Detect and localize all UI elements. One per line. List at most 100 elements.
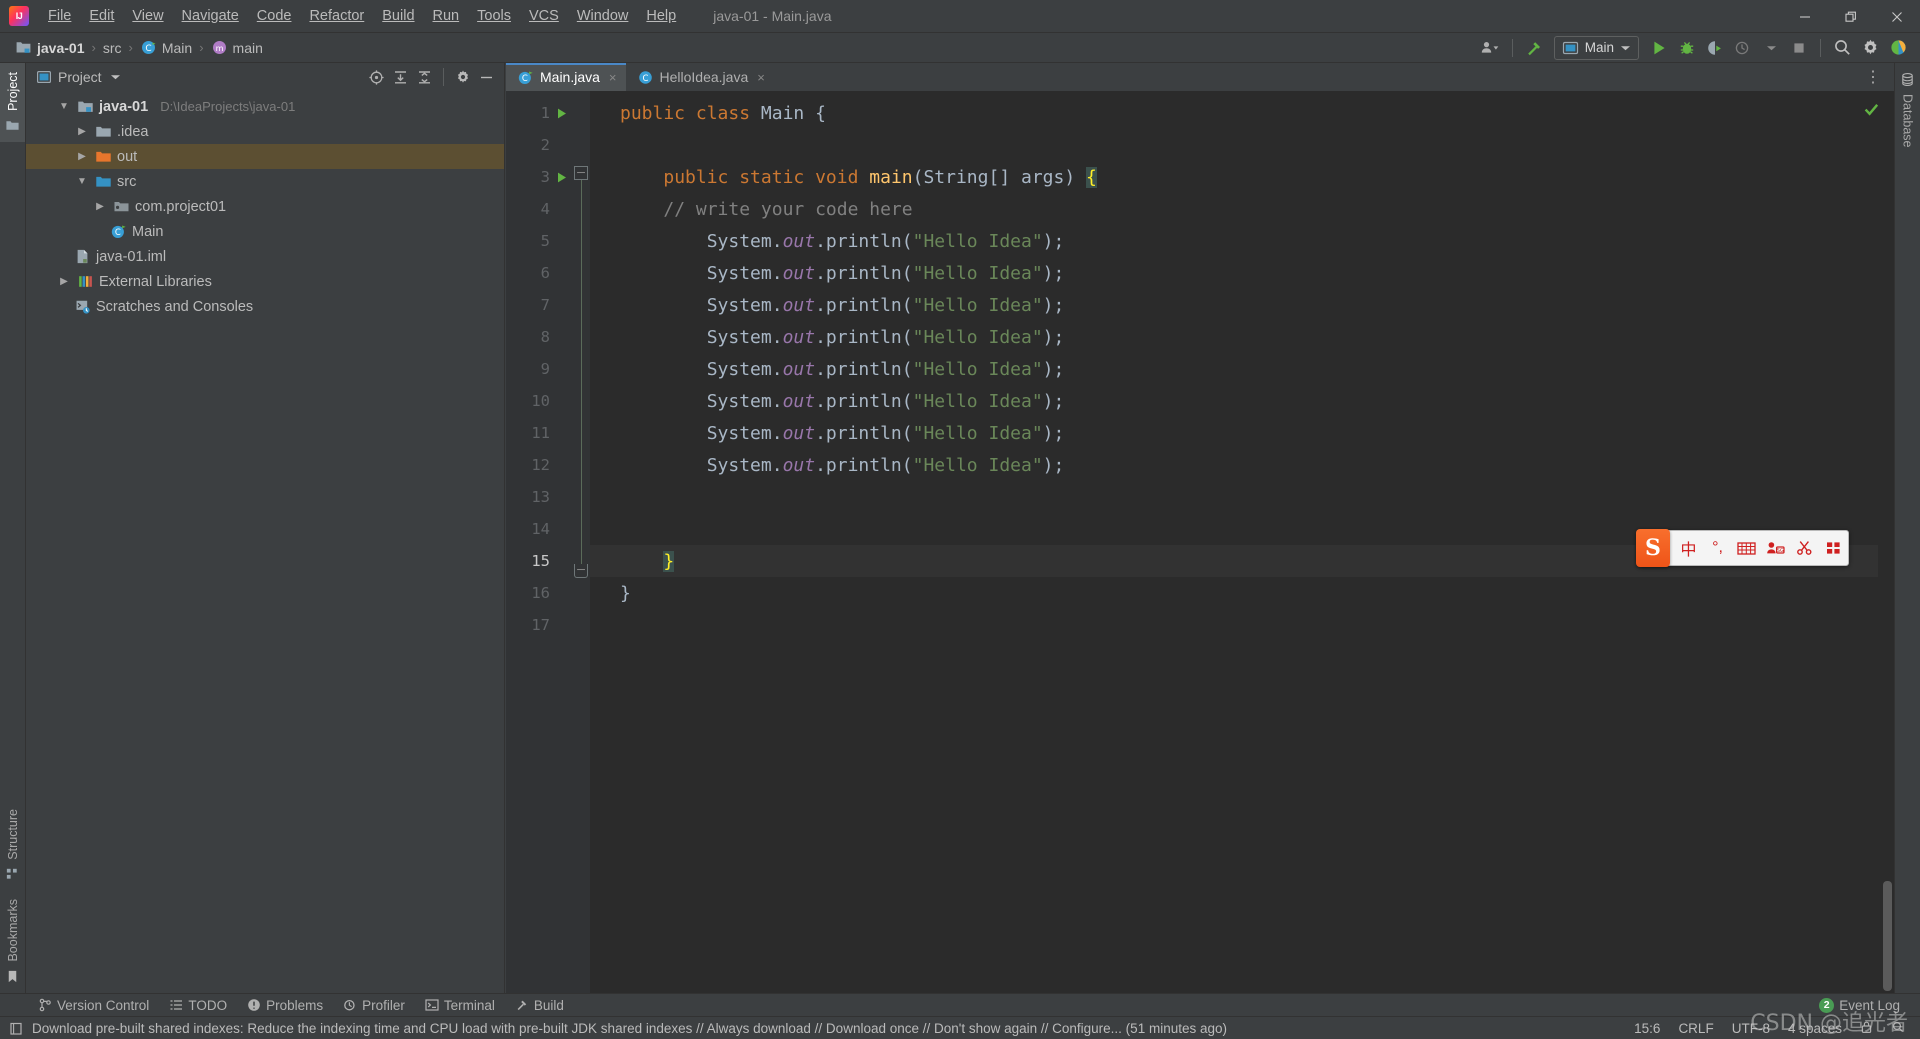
profile-dropdown-button[interactable] xyxy=(1758,35,1784,61)
close-tab-icon[interactable]: × xyxy=(757,70,765,85)
run-gutter-icon[interactable] xyxy=(550,171,572,184)
ime-language-mode-button[interactable]: 中 xyxy=(1674,531,1703,565)
tree-node-scratches[interactable]: Scratches and Consoles xyxy=(26,294,504,319)
editor-options-button[interactable]: ⋮ xyxy=(1860,64,1886,90)
ime-soft-keyboard-button[interactable] xyxy=(1732,531,1761,565)
updates-button[interactable] xyxy=(1885,35,1911,61)
breadcrumb-item-class[interactable]: C Main xyxy=(136,37,196,58)
sidebar-tab-project[interactable]: Project xyxy=(0,63,25,142)
tree-node-com-project01[interactable]: ▶ com.project01 xyxy=(26,194,504,219)
run-button[interactable] xyxy=(1646,35,1672,61)
breadcrumb-item-method[interactable]: m main xyxy=(207,37,267,58)
close-button[interactable] xyxy=(1874,0,1920,33)
tool-window-build[interactable]: Build xyxy=(505,994,574,1017)
code-line: System.out.println("Hello Idea"); xyxy=(590,417,1894,449)
fold-toggle-end-icon[interactable]: ─ xyxy=(574,564,588,578)
menu-navigate[interactable]: Navigate xyxy=(173,4,248,28)
grid-icon xyxy=(1827,542,1840,554)
stop-button[interactable] xyxy=(1786,35,1812,61)
account-button[interactable] xyxy=(1478,35,1504,61)
editor-gutter[interactable]: 1 2 3 4 5 6 7 8 9 10 11 12 13 14 15 16 1… xyxy=(506,91,590,993)
editor-tab-helloidea-java[interactable]: C HelloIdea.java × xyxy=(626,63,774,91)
tree-node-iml-file[interactable]: java-01.iml xyxy=(26,244,504,269)
inspection-status-icon[interactable] xyxy=(1863,101,1880,123)
line-separator-indicator[interactable]: CRLF xyxy=(1669,1019,1722,1038)
inspector-indicator[interactable] xyxy=(1882,1018,1914,1039)
run-gutter-icon[interactable] xyxy=(550,107,572,120)
select-opened-file-button[interactable] xyxy=(365,66,388,89)
indent-setting-indicator[interactable]: 4 spaces xyxy=(1779,1019,1851,1038)
menu-code[interactable]: Code xyxy=(248,4,301,28)
expand-all-button[interactable] xyxy=(389,66,412,89)
vertical-scrollbar-thumb[interactable] xyxy=(1883,881,1892,991)
tool-window-version-control[interactable]: Version Control xyxy=(28,994,159,1017)
project-options-button[interactable] xyxy=(451,66,474,89)
title-bar: File Edit View Navigate Code Refactor Bu… xyxy=(0,0,1920,33)
debug-button[interactable] xyxy=(1674,35,1700,61)
editor-tab-main-java[interactable]: C Main.java × xyxy=(506,63,626,91)
ime-screenshot-button[interactable] xyxy=(1790,531,1819,565)
collapse-arrow-icon[interactable]: ▶ xyxy=(74,151,90,162)
menu-file[interactable]: File xyxy=(39,4,80,28)
ime-toolbar[interactable]: S 中 °, SG xyxy=(1636,529,1849,567)
breadcrumb-item-project[interactable]: java-01 xyxy=(11,37,88,58)
expand-arrow-icon[interactable]: ▼ xyxy=(74,176,90,187)
tool-window-terminal[interactable]: Terminal xyxy=(415,994,505,1017)
restore-button[interactable] xyxy=(1828,0,1874,33)
collapse-arrow-icon[interactable]: ▶ xyxy=(74,126,90,137)
menu-build[interactable]: Build xyxy=(373,4,423,28)
ime-toolbox-button[interactable] xyxy=(1819,531,1848,565)
menu-run[interactable]: Run xyxy=(424,4,469,28)
build-project-button[interactable] xyxy=(1521,35,1547,61)
ime-emoji-input-button[interactable]: SG xyxy=(1761,531,1790,565)
code-line: public static void main(String[] args) { xyxy=(590,161,1894,193)
tool-window-profiler[interactable]: Profiler xyxy=(333,994,415,1017)
sidebar-tab-structure[interactable]: Structure xyxy=(0,800,25,891)
menu-tools[interactable]: Tools xyxy=(468,4,520,28)
tree-node-external-libraries[interactable]: ▶ External Libraries xyxy=(26,269,504,294)
menu-refactor[interactable]: Refactor xyxy=(300,4,373,28)
menu-vcs[interactable]: VCS xyxy=(520,4,568,28)
tree-node-out[interactable]: ▶ out xyxy=(26,144,504,169)
profile-button[interactable] xyxy=(1730,35,1756,61)
search-everywhere-button[interactable] xyxy=(1829,35,1855,61)
settings-button[interactable] xyxy=(1857,35,1883,61)
run-configuration-selector[interactable]: Main xyxy=(1553,35,1639,60)
sidebar-tab-bookmarks[interactable]: Bookmarks xyxy=(0,890,25,993)
menu-edit[interactable]: Edit xyxy=(80,4,123,28)
tool-window-problems[interactable]: Problems xyxy=(237,994,333,1017)
code-token: ); xyxy=(1042,294,1065,316)
libraries-icon xyxy=(79,276,92,287)
breadcrumb-item-src[interactable]: src xyxy=(99,38,126,58)
tree-node-main-class[interactable]: C Main xyxy=(26,219,504,244)
menu-view[interactable]: View xyxy=(123,4,172,28)
file-encoding-indicator[interactable]: UTF-8 xyxy=(1723,1019,1779,1038)
bookmark-icon xyxy=(8,970,17,983)
event-log-button[interactable]: 2 Event Log xyxy=(1809,994,1910,1017)
tool-window-todo[interactable]: TODO xyxy=(159,994,237,1017)
menu-window[interactable]: Window xyxy=(568,4,638,28)
lock-indicator[interactable] xyxy=(1851,1018,1882,1039)
collapse-all-button[interactable] xyxy=(413,66,436,89)
tree-node-idea[interactable]: ▶ .idea xyxy=(26,119,504,144)
fold-toggle-start-icon[interactable]: ─ xyxy=(574,166,588,180)
tree-node-java-01[interactable]: ▼ java-01 D:\IdeaProjects\java-01 xyxy=(26,94,504,119)
menu-help[interactable]: Help xyxy=(637,4,685,28)
sidebar-tab-database[interactable]: Database xyxy=(1895,63,1920,157)
editor-markup-scrollbar[interactable] xyxy=(1864,91,1894,993)
chevron-down-icon[interactable] xyxy=(110,73,121,81)
run-with-coverage-button[interactable] xyxy=(1702,35,1728,61)
ime-punctuation-mode-button[interactable]: °, xyxy=(1703,531,1732,565)
tree-node-src[interactable]: ▼ src xyxy=(26,169,504,194)
collapse-arrow-icon[interactable]: ▶ xyxy=(92,201,108,212)
collapse-arrow-icon[interactable]: ▶ xyxy=(56,276,72,287)
notification-icon[interactable] xyxy=(9,1021,24,1036)
code-folding-bar[interactable]: ─ ─ xyxy=(574,97,590,993)
close-tab-icon[interactable]: × xyxy=(609,70,617,85)
expand-arrow-icon[interactable]: ▼ xyxy=(56,101,72,112)
status-message[interactable]: Download pre-built shared indexes: Reduc… xyxy=(32,1021,1227,1036)
caret-position-indicator[interactable]: 15:6 xyxy=(1625,1019,1669,1038)
minimize-button[interactable] xyxy=(1782,0,1828,33)
hide-panel-button[interactable] xyxy=(475,66,498,89)
